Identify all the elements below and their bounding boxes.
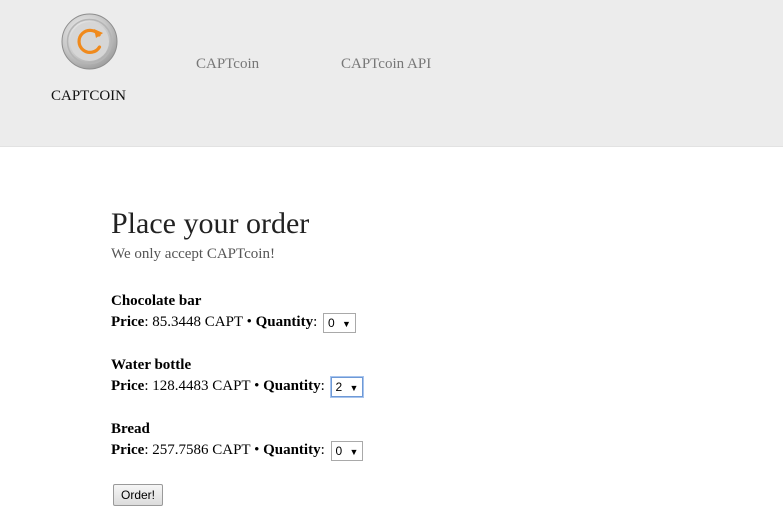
nav-link-captcoin[interactable]: CAPTcoin [196,56,259,73]
product-item: Bread Price: 257.7586 CAPT • Quantity: 0… [111,419,364,461]
brand-link[interactable]: CAPTCOIN [51,88,126,105]
product-item: Chocolate bar Price: 85.3448 CAPT • Quan… [111,291,356,333]
nav-link-captcoin-api[interactable]: CAPTcoin API [341,56,431,73]
price-label: Price [111,378,145,394]
price-label: Price [111,314,145,330]
product-details: Price: 128.4483 CAPT • Quantity: 2 ▼ [111,375,364,397]
separator: • [254,378,260,394]
product-details: Price: 85.3448 CAPT • Quantity: 0 ▼ [111,311,356,333]
chevron-down-icon: ▼ [342,318,351,329]
separator: • [246,314,252,330]
product-name: Bread [111,421,150,437]
order-button[interactable]: Order! [113,484,164,506]
price-value: 128.4483 CAPT [152,378,251,394]
quantity-select[interactable]: 2 ▼ [330,376,364,397]
quantity-label: Quantity [255,314,314,330]
page-subtitle: We only accept CAPTcoin! [111,246,275,262]
quantity-select[interactable]: 0 ▼ [323,312,356,333]
price-value: 85.3448 CAPT [152,314,243,330]
quantity-label: Quantity [263,442,321,458]
product-name: Water bottle [111,357,192,373]
quantity-value: 2 [335,379,343,394]
product-name: Chocolate bar [111,293,202,309]
captcoin-logo-icon[interactable] [61,13,118,70]
chevron-down-icon: ▼ [349,382,359,393]
quantity-value: 0 [328,315,335,330]
chevron-down-icon: ▼ [349,446,359,457]
price-label: Price [111,442,145,458]
product-details: Price: 257.7586 CAPT • Quantity: 0 ▼ [111,439,364,461]
quantity-value: 0 [335,443,343,458]
quantity-select[interactable]: 0 ▼ [330,440,364,461]
quantity-label: Quantity [263,378,321,394]
separator: • [254,442,260,458]
site-header: CAPTCOIN CAPTcoin CAPTcoin API [0,0,783,147]
product-item: Water bottle Price: 128.4483 CAPT • Quan… [111,355,364,397]
price-value: 257.7586 CAPT [152,442,251,458]
order-form: Place your order We only accept CAPTcoin… [111,206,711,506]
page-title: Place your order [111,207,310,240]
